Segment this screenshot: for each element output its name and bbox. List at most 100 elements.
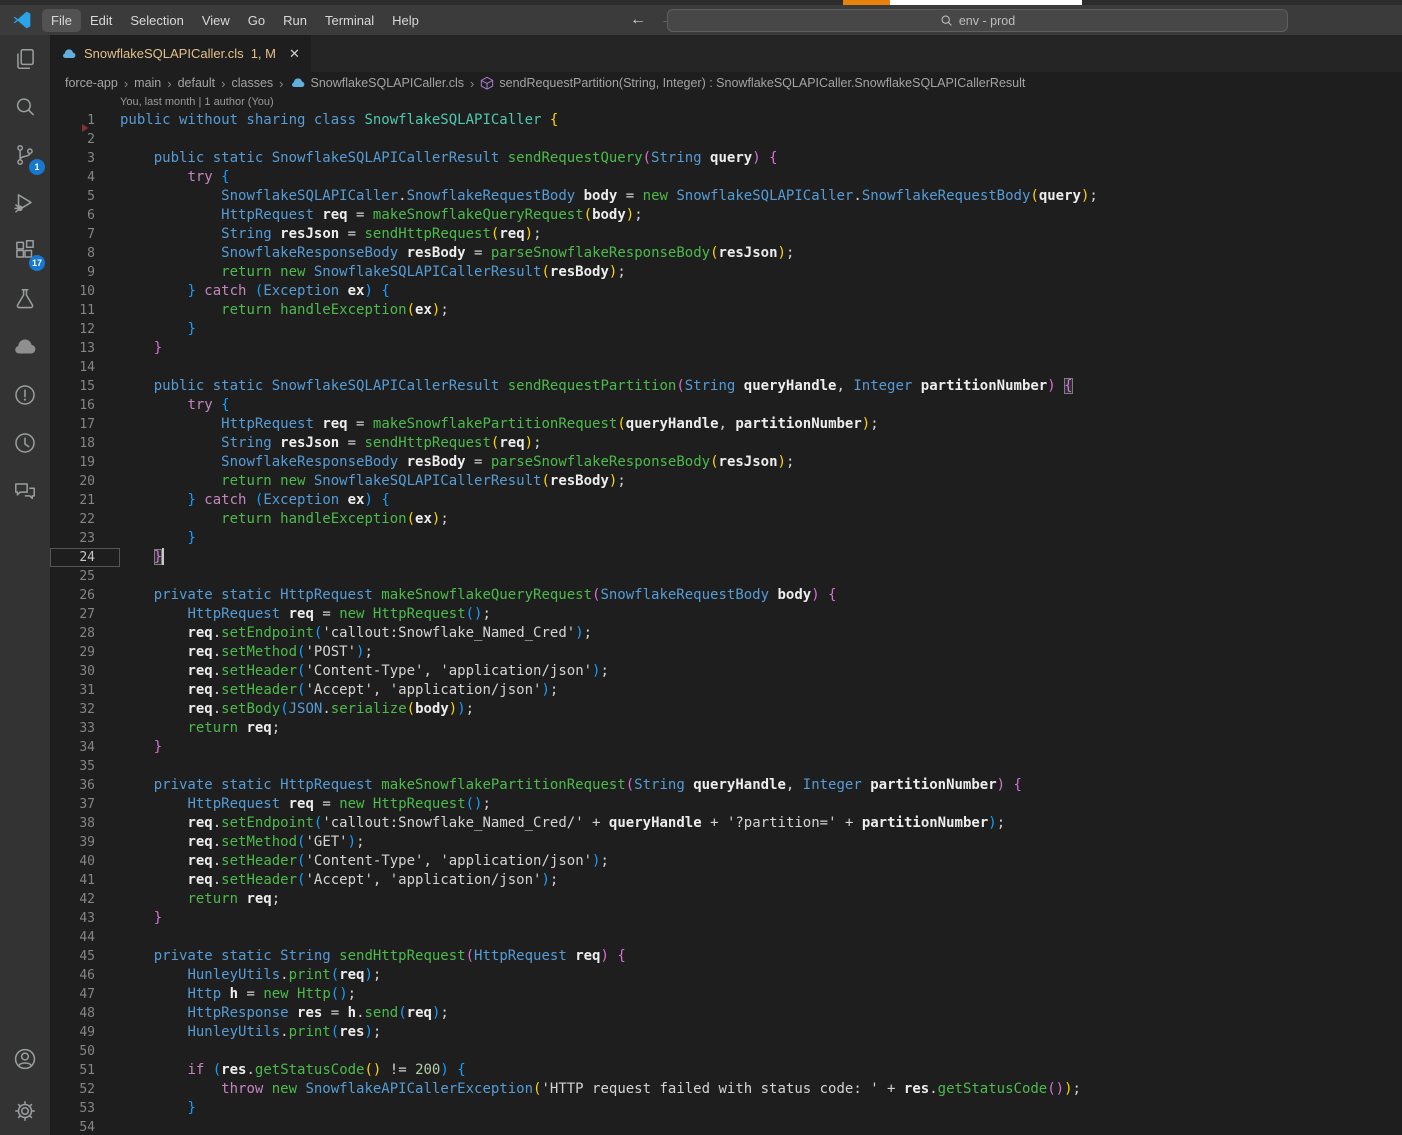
code-line-40[interactable]: 40 req.setHeader('Content-Type', 'applic… [50,852,1402,871]
breadcrumb-item[interactable]: classes [231,76,273,90]
code-text: HunleyUtils.print(res); [120,1023,381,1042]
breadcrumb-item[interactable]: sendRequestPartition(String, Integer) : … [480,76,1025,90]
code-line-20[interactable]: 20 return new SnowflakeSQLAPICallerResul… [50,472,1402,491]
code-line-5[interactable]: 5 SnowflakeSQLAPICaller.SnowflakeRequest… [50,187,1402,206]
code-line-26[interactable]: 26 private static HttpRequest makeSnowfl… [50,586,1402,605]
activity-salesforce-cloud-icon[interactable] [0,323,50,371]
code-line-51[interactable]: 51 if (res.getStatusCode() != 200) { [50,1061,1402,1080]
code-line-41[interactable]: 41 req.setHeader('Accept', 'application/… [50,871,1402,890]
code-line-29[interactable]: 29 req.setMethod('POST'); [50,643,1402,662]
code-line-25[interactable]: 25 [50,567,1402,586]
activity-run-debug-icon[interactable] [0,179,50,227]
line-number: 37 [50,795,120,814]
code-line-35[interactable]: 35 [50,757,1402,776]
titlebar: FileEditSelectionViewGoRunTerminalHelp ←… [0,5,1402,35]
menu-item-terminal[interactable]: Terminal [316,9,383,32]
code-line-30[interactable]: 30 req.setHeader('Content-Type', 'applic… [50,662,1402,681]
code-line-14[interactable]: 14 [50,358,1402,377]
code-line-45[interactable]: 45 private static String sendHttpRequest… [50,947,1402,966]
code-line-9[interactable]: 9 return new SnowflakeSQLAPICallerResult… [50,263,1402,282]
code-line-52[interactable]: 52 throw new SnowflakeAPICallerException… [50,1080,1402,1099]
activity-source-control-icon[interactable]: 1 [0,131,50,179]
codelens-annotation[interactable]: You, last month | 1 author (You) [50,94,1402,111]
code-line-38[interactable]: 38 req.setEndpoint('callout:Snowflake_Na… [50,814,1402,833]
line-number: 35 [50,757,120,776]
code-line-23[interactable]: 23 } [50,529,1402,548]
code-line-3[interactable]: 3 public static SnowflakeSQLAPICallerRes… [50,149,1402,168]
code-line-4[interactable]: 4 try { [50,168,1402,187]
activity-history-icon[interactable] [0,419,50,467]
code-line-21[interactable]: 21 } catch (Exception ex) { [50,491,1402,510]
activity-search-icon[interactable] [0,83,50,131]
code-line-27[interactable]: 27 HttpRequest req = new HttpRequest(); [50,605,1402,624]
code-line-17[interactable]: 17 HttpRequest req = makeSnowflakePartit… [50,415,1402,434]
close-icon[interactable]: ✕ [289,46,300,62]
code-line-2[interactable]: 2 [50,130,1402,149]
back-arrow-button[interactable]: ← [630,11,646,29]
breadcrumb-item[interactable]: SnowflakeSQLAPICaller.cls [290,75,465,91]
activity-settings-gear-icon[interactable] [0,1087,50,1135]
activity-test-beaker-icon[interactable] [0,275,50,323]
symbol-method-icon [480,76,494,90]
code-line-53[interactable]: 53 } [50,1099,1402,1118]
activity-extensions-icon[interactable]: 17 [0,227,50,275]
command-center-search[interactable]: env - prod [667,9,1288,32]
code-line-11[interactable]: 11 return handleException(ex); [50,301,1402,320]
code-line-44[interactable]: 44 [50,928,1402,947]
code-line-54[interactable]: 54 [50,1118,1402,1135]
code-line-46[interactable]: 46 HunleyUtils.print(req); [50,966,1402,985]
code-line-37[interactable]: 37 HttpRequest req = new HttpRequest(); [50,795,1402,814]
code-line-22[interactable]: 22 return handleException(ex); [50,510,1402,529]
breadcrumb-item[interactable]: main [134,76,161,90]
code-text: HttpRequest req = new HttpRequest(); [120,795,491,814]
breadcrumb-item[interactable]: default [178,76,216,90]
breadcrumb-item[interactable]: force-app [65,76,118,90]
code-line-13[interactable]: 13 } [50,339,1402,358]
line-number: 30 [50,662,120,681]
code-line-18[interactable]: 18 String resJson = sendHttpRequest(req)… [50,434,1402,453]
code-line-8[interactable]: 8 SnowflakeResponseBody resBody = parseS… [50,244,1402,263]
code-line-32[interactable]: 32 req.setBody(JSON.serialize(body)); [50,700,1402,719]
code-line-31[interactable]: 31 req.setHeader('Accept', 'application/… [50,681,1402,700]
code-line-10[interactable]: 10 } catch (Exception ex) { [50,282,1402,301]
code-line-43[interactable]: 43 } [50,909,1402,928]
line-number: 19 [50,453,120,472]
code-line-15[interactable]: 15 public static SnowflakeSQLAPICallerRe… [50,377,1402,396]
code-line-49[interactable]: 49 HunleyUtils.print(res); [50,1023,1402,1042]
code-line-6[interactable]: 6 HttpRequest req = makeSnowflakeQueryRe… [50,206,1402,225]
code-line-33[interactable]: 33 return req; [50,719,1402,738]
activity-comments-icon[interactable] [0,467,50,515]
code-line-47[interactable]: 47 Http h = new Http(); [50,985,1402,1004]
code-line-50[interactable]: 50 [50,1042,1402,1061]
activity-explorer-icon[interactable] [0,35,50,83]
line-number: 5 [50,187,120,206]
code-line-12[interactable]: 12 } [50,320,1402,339]
code-line-1[interactable]: 1public without sharing class SnowflakeS… [50,111,1402,130]
line-number: 32 [50,700,120,719]
code-line-34[interactable]: 34 } [50,738,1402,757]
code-line-48[interactable]: 48 HttpResponse res = h.send(req); [50,1004,1402,1023]
menu-item-view[interactable]: View [193,9,239,32]
code-line-16[interactable]: 16 try { [50,396,1402,415]
line-number: 42 [50,890,120,909]
menu-item-file[interactable]: File [42,9,81,32]
code-line-7[interactable]: 7 String resJson = sendHttpRequest(req); [50,225,1402,244]
breadcrumb: force-app›main›default›classes›Snowflake… [50,72,1402,94]
code-line-36[interactable]: 36 private static HttpRequest makeSnowfl… [50,776,1402,795]
code-line-28[interactable]: 28 req.setEndpoint('callout:Snowflake_Na… [50,624,1402,643]
activity-account-icon[interactable] [0,1035,50,1083]
badge-source-control-icon: 1 [29,159,45,175]
activity-issue-icon[interactable] [0,371,50,419]
menu-item-edit[interactable]: Edit [81,9,121,32]
code-line-42[interactable]: 42 return req; [50,890,1402,909]
menu-item-help[interactable]: Help [383,9,428,32]
code-text: req.setEndpoint('callout:Snowflake_Named… [120,814,1005,833]
code-editor[interactable]: 1public without sharing class SnowflakeS… [50,111,1402,1135]
menu-item-run[interactable]: Run [274,9,316,32]
code-line-19[interactable]: 19 SnowflakeResponseBody resBody = parse… [50,453,1402,472]
menu-item-go[interactable]: Go [239,9,274,32]
menu-item-selection[interactable]: Selection [121,9,192,32]
code-line-24[interactable]: 24 } [50,548,1402,567]
code-line-39[interactable]: 39 req.setMethod('GET'); [50,833,1402,852]
tab-snowflakesqlapicaller[interactable]: SnowflakeSQLAPICaller.cls 1, M ✕ [50,35,311,72]
